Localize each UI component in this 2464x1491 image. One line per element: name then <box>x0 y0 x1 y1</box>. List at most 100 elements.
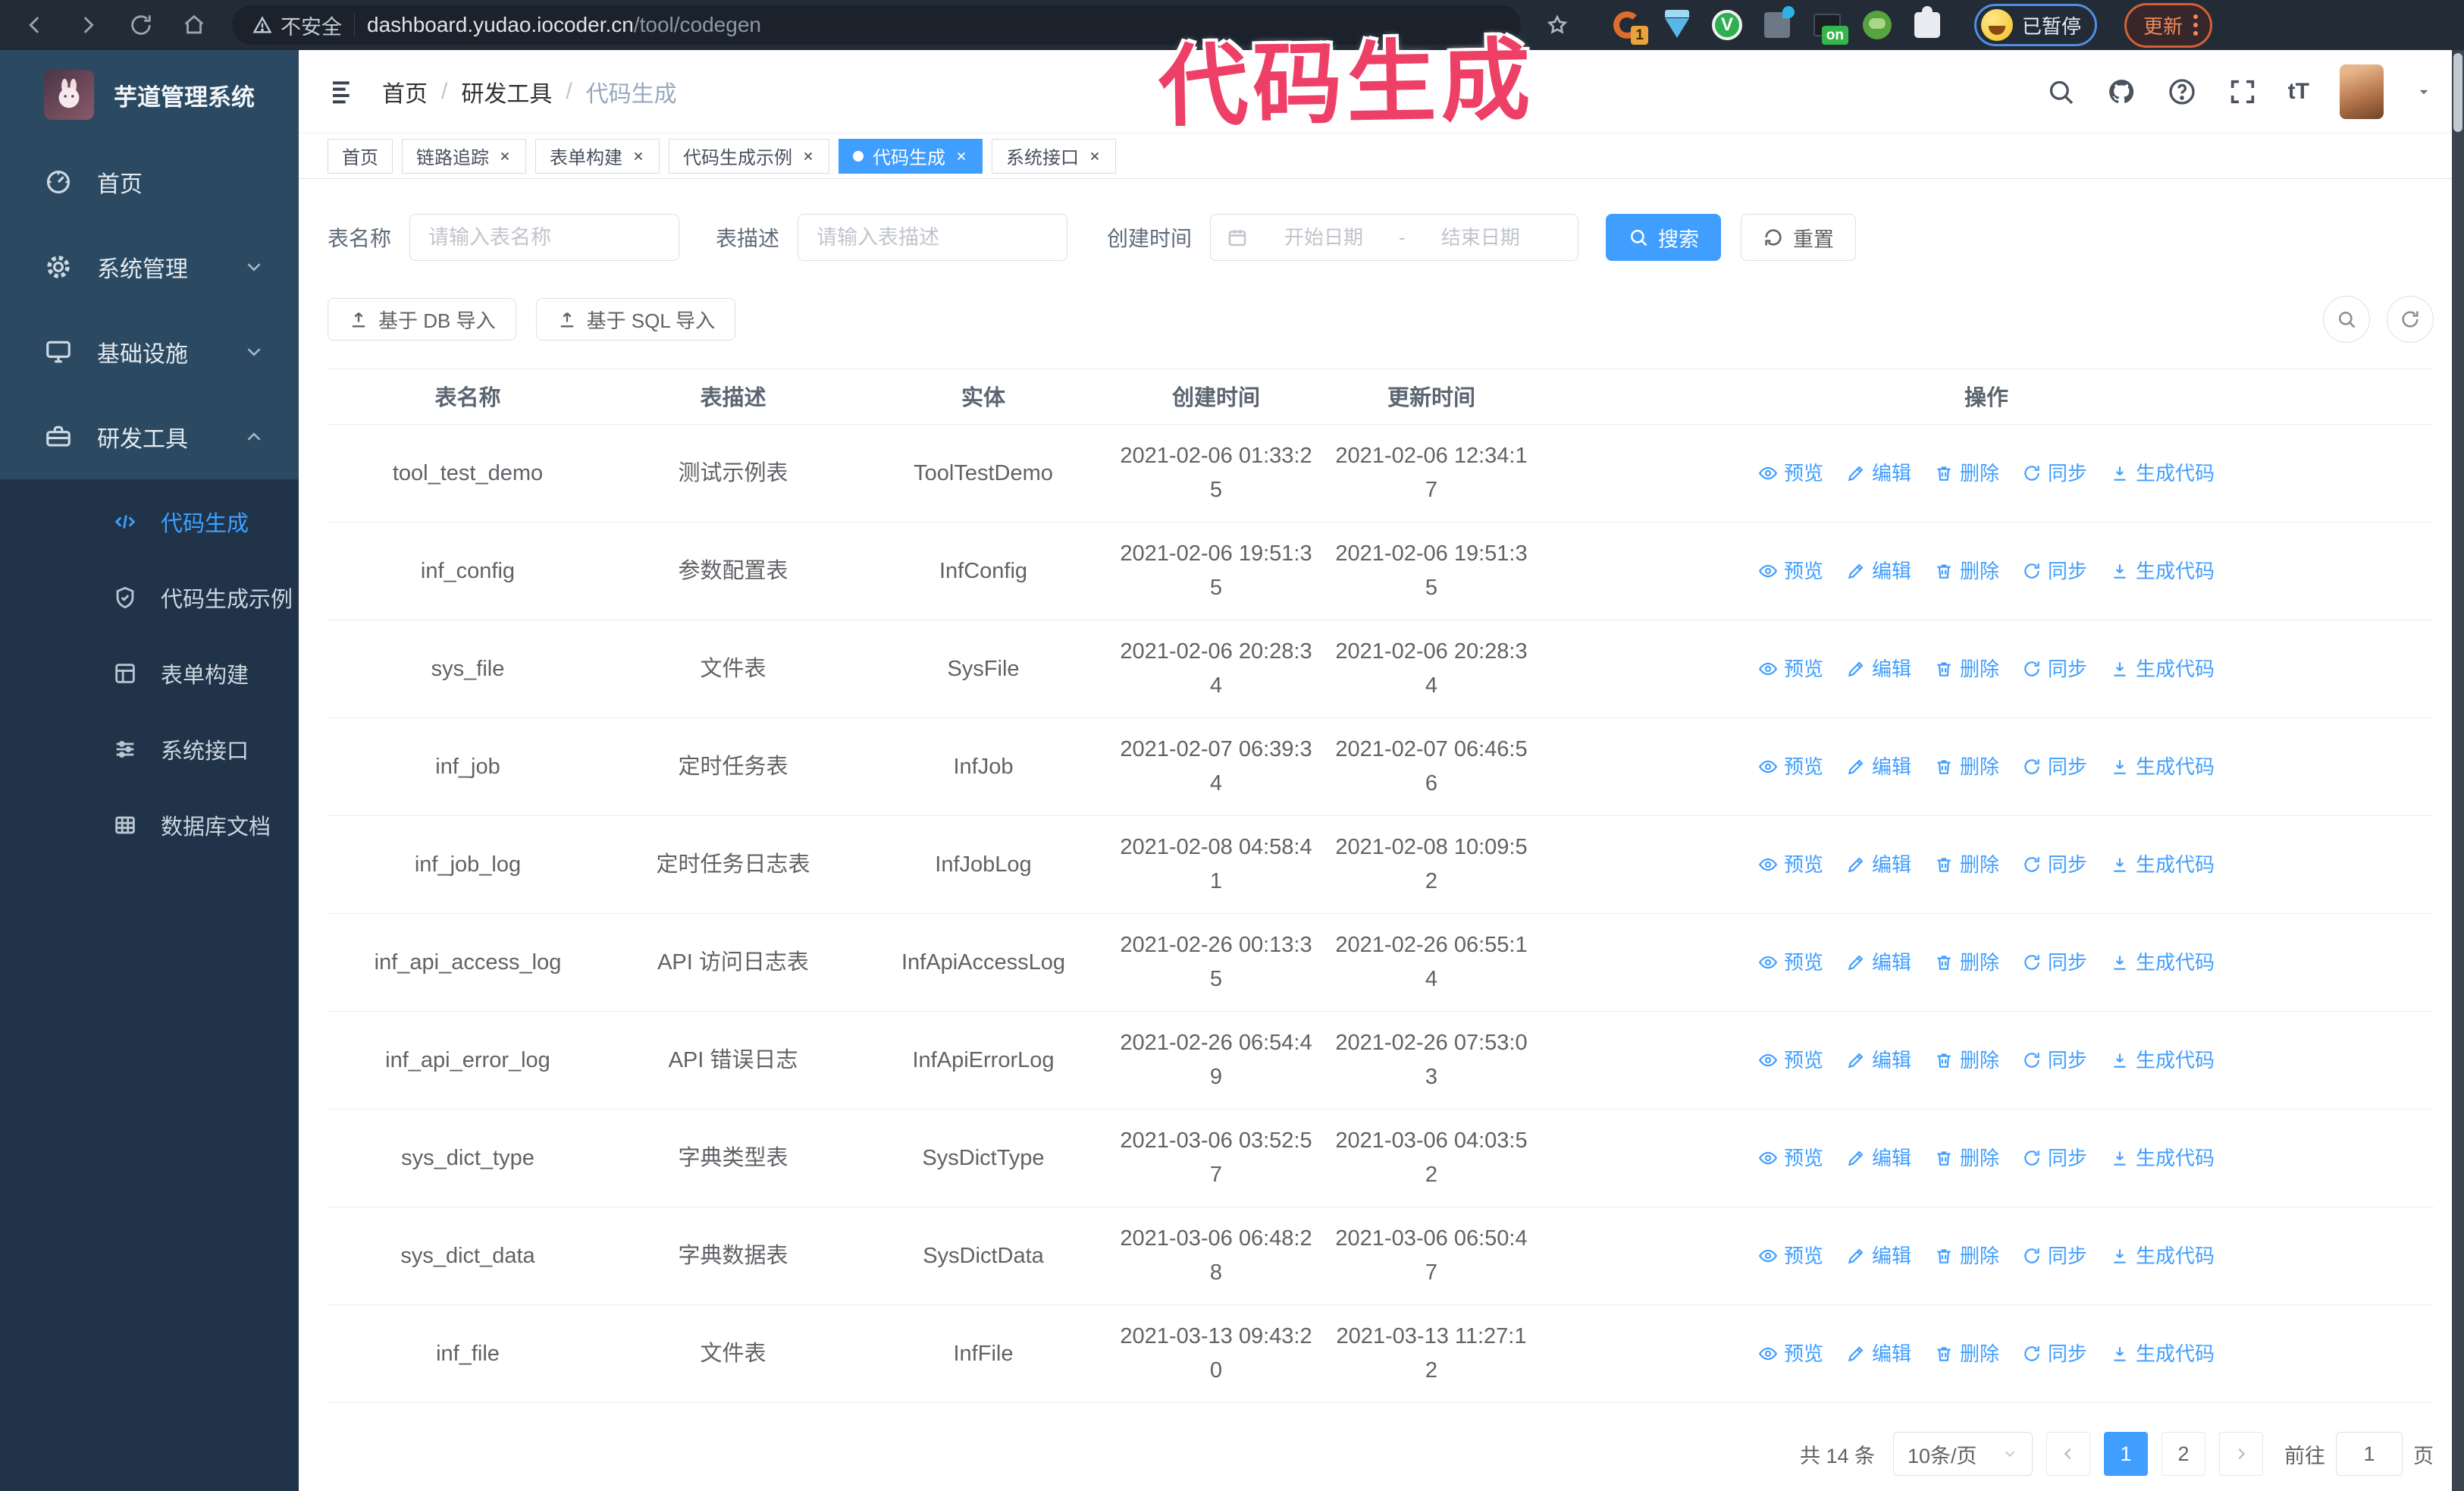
同步-action[interactable]: 同步 <box>2022 750 2087 784</box>
scrollbar-thumb[interactable] <box>2453 53 2462 132</box>
编辑-action[interactable]: 编辑 <box>1846 1044 1911 1078</box>
sidebar-subitem[interactable]: 系统接口 <box>0 711 299 787</box>
forward-icon[interactable] <box>67 4 109 46</box>
预览-action[interactable]: 预览 <box>1758 652 1823 686</box>
生成代码-action[interactable]: 生成代码 <box>2110 1141 2215 1176</box>
tab-系统接口[interactable]: 系统接口 <box>992 138 1116 174</box>
fullscreen-icon[interactable] <box>2227 77 2258 107</box>
同步-action[interactable]: 同步 <box>2022 457 2087 491</box>
编辑-action[interactable]: 编辑 <box>1846 1239 1911 1273</box>
app-logo[interactable]: 芋道管理系统 <box>0 50 299 140</box>
删除-action[interactable]: 删除 <box>1934 1044 1999 1078</box>
删除-action[interactable]: 删除 <box>1934 1239 1999 1273</box>
同步-action[interactable]: 同步 <box>2022 1044 2087 1078</box>
search-button[interactable]: 搜索 <box>1606 214 1722 261</box>
编辑-action[interactable]: 编辑 <box>1846 750 1911 784</box>
编辑-action[interactable]: 编辑 <box>1846 848 1911 882</box>
extension-icon-dark[interactable]: on <box>1810 8 1848 45</box>
sidebar-subitem[interactable]: 代码生成 <box>0 484 299 560</box>
同步-action[interactable]: 同步 <box>2022 1239 2087 1273</box>
user-avatar[interactable] <box>2340 64 2384 119</box>
生成代码-action[interactable]: 生成代码 <box>2110 554 2215 589</box>
sidebar-item[interactable]: 系统管理 <box>0 224 299 309</box>
预览-action[interactable]: 预览 <box>1758 457 1823 491</box>
sidebar-subitem[interactable]: 代码生成示例 <box>0 560 299 636</box>
sidebar-item[interactable]: 研发工具 <box>0 394 299 479</box>
编辑-action[interactable]: 编辑 <box>1846 1337 1911 1371</box>
删除-action[interactable]: 删除 <box>1934 848 1999 882</box>
预览-action[interactable]: 预览 <box>1758 554 1823 589</box>
预览-action[interactable]: 预览 <box>1758 848 1823 882</box>
refresh-button[interactable] <box>2387 296 2434 343</box>
同步-action[interactable]: 同步 <box>2022 554 2087 589</box>
search-icon[interactable] <box>2045 77 2076 107</box>
home-icon[interactable] <box>173 4 215 46</box>
预览-action[interactable]: 预览 <box>1758 750 1823 784</box>
table-name-input[interactable] <box>409 214 680 261</box>
sidebar-subitem[interactable]: 表单构建 <box>0 636 299 711</box>
同步-action[interactable]: 同步 <box>2022 848 2087 882</box>
同步-action[interactable]: 同步 <box>2022 652 2087 686</box>
prev-page-button[interactable] <box>2046 1432 2090 1476</box>
search-toggle-button[interactable] <box>2323 296 2370 343</box>
同步-action[interactable]: 同步 <box>2022 946 2087 980</box>
goto-page-input[interactable] <box>2336 1432 2403 1476</box>
url-bar[interactable]: 不安全 dashboard.yudao.iocoder.cn/tool/code… <box>232 5 1521 45</box>
生成代码-action[interactable]: 生成代码 <box>2110 1337 2215 1371</box>
extension-icon-gem[interactable] <box>1660 8 1694 42</box>
生成代码-action[interactable]: 生成代码 <box>2110 848 2215 882</box>
tab-首页[interactable]: 首页 <box>328 138 393 174</box>
browser-profile-chip[interactable]: 已暂停 <box>1974 4 2098 46</box>
预览-action[interactable]: 预览 <box>1758 946 1823 980</box>
date-range-picker[interactable]: - <box>1210 214 1579 261</box>
hamburger-icon[interactable] <box>329 77 359 107</box>
back-icon[interactable] <box>14 4 56 46</box>
编辑-action[interactable]: 编辑 <box>1846 554 1911 589</box>
bookmark-star-icon[interactable] <box>1536 4 1578 46</box>
删除-action[interactable]: 删除 <box>1934 457 1999 491</box>
删除-action[interactable]: 删除 <box>1934 652 1999 686</box>
close-icon[interactable] <box>801 149 815 163</box>
tab-链路追踪[interactable]: 链路追踪 <box>402 138 526 174</box>
同步-action[interactable]: 同步 <box>2022 1337 2087 1371</box>
next-page-button[interactable] <box>2219 1432 2263 1476</box>
reset-button[interactable]: 重置 <box>1741 214 1857 261</box>
extension-icon-orange[interactable]: 1 <box>1610 8 1648 45</box>
生成代码-action[interactable]: 生成代码 <box>2110 750 2215 784</box>
删除-action[interactable]: 删除 <box>1934 554 1999 589</box>
breadcrumb-item[interactable]: 研发工具 <box>461 75 552 108</box>
date-end-input[interactable] <box>1415 225 1545 250</box>
生成代码-action[interactable]: 生成代码 <box>2110 457 2215 491</box>
删除-action[interactable]: 删除 <box>1934 750 1999 784</box>
生成代码-action[interactable]: 生成代码 <box>2110 1044 2215 1078</box>
extension-icon-monkey[interactable] <box>1861 8 1894 42</box>
tab-表单构建[interactable]: 表单构建 <box>535 138 660 174</box>
extension-icon-columns[interactable] <box>1760 6 1795 42</box>
tab-代码生成[interactable]: 代码生成 <box>839 138 983 174</box>
extension-icon-green-check[interactable]: V <box>1710 8 1744 42</box>
date-start-input[interactable] <box>1259 225 1389 250</box>
预览-action[interactable]: 预览 <box>1758 1044 1823 1078</box>
tab-代码生成示例[interactable]: 代码生成示例 <box>669 138 829 174</box>
预览-action[interactable]: 预览 <box>1758 1141 1823 1176</box>
page-size-select[interactable]: 10条/页 <box>1893 1432 2033 1476</box>
import-sql-button[interactable]: 基于 SQL 导入 <box>535 298 736 341</box>
reload-icon[interactable] <box>120 4 162 46</box>
breadcrumb-item[interactable]: 首页 <box>382 75 428 108</box>
生成代码-action[interactable]: 生成代码 <box>2110 652 2215 686</box>
sidebar-item[interactable]: 首页 <box>0 140 299 224</box>
删除-action[interactable]: 删除 <box>1934 1141 1999 1176</box>
生成代码-action[interactable]: 生成代码 <box>2110 1239 2215 1273</box>
编辑-action[interactable]: 编辑 <box>1846 946 1911 980</box>
同步-action[interactable]: 同步 <box>2022 1141 2087 1176</box>
编辑-action[interactable]: 编辑 <box>1846 1141 1911 1176</box>
删除-action[interactable]: 删除 <box>1934 946 1999 980</box>
table-desc-input[interactable] <box>798 214 1068 261</box>
import-db-button[interactable]: 基于 DB 导入 <box>328 298 516 341</box>
close-icon[interactable] <box>632 149 645 163</box>
browser-update-button[interactable]: 更新 <box>2124 2 2213 48</box>
删除-action[interactable]: 删除 <box>1934 1337 1999 1371</box>
sidebar-subitem[interactable]: 数据库文档 <box>0 787 299 863</box>
预览-action[interactable]: 预览 <box>1758 1239 1823 1273</box>
chrome-menu-icon[interactable] <box>2193 14 2199 36</box>
